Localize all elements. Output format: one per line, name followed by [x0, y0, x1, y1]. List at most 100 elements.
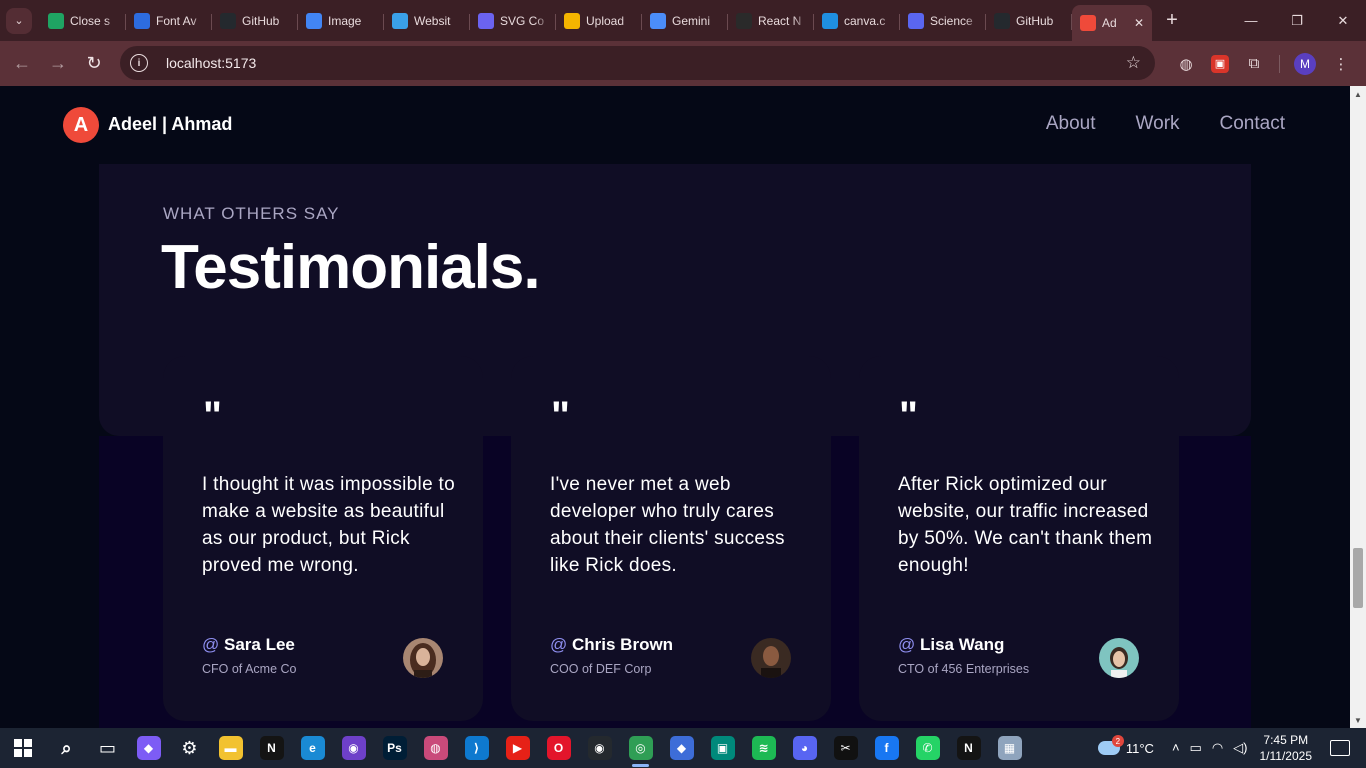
- close-tab-icon[interactable]: ✕: [1134, 16, 1144, 30]
- window-controls: — ❐ ✕: [1228, 0, 1366, 41]
- flag-icon: [134, 12, 150, 29]
- testimonial-author: @ Chris Brown: [550, 635, 673, 655]
- file-explorer-icon[interactable]: ▬: [210, 728, 251, 768]
- browser-tab[interactable]: Image: [298, 5, 384, 37]
- vscode-icon[interactable]: ⟩: [456, 728, 497, 768]
- taskbar-glyph: ◍: [423, 736, 448, 760]
- taskbar-glyph: ◎: [628, 736, 653, 760]
- github-icon[interactable]: ◉: [579, 728, 620, 768]
- browser-tab[interactable]: Upload: [556, 5, 642, 37]
- back-icon[interactable]: ←: [4, 46, 40, 82]
- bookmark-star-icon[interactable]: ☆: [1126, 53, 1141, 73]
- wifi-icon[interactable]: ◠: [1212, 740, 1223, 756]
- browser-tab[interactable]: Websit: [384, 5, 470, 37]
- taskbar-glyph: ⟩: [464, 736, 489, 760]
- restore-icon[interactable]: ❐: [1274, 0, 1320, 41]
- volume-icon[interactable]: ◁): [1233, 740, 1247, 756]
- github-icon: [220, 12, 236, 29]
- translate-globe-icon[interactable]: ◍: [1175, 53, 1197, 75]
- task-view-icon[interactable]: ▭: [87, 728, 128, 768]
- whatsapp-icon[interactable]: ✆: [907, 728, 948, 768]
- taskbar-glyph: ✆: [915, 736, 940, 760]
- settings-icon[interactable]: ⚙: [169, 728, 210, 768]
- brand-name[interactable]: Adeel | Ahmad: [108, 114, 232, 135]
- scroll-down-icon[interactable]: ▼: [1350, 712, 1366, 728]
- copilot-icon[interactable]: ◆: [128, 728, 169, 768]
- scroll-up-icon[interactable]: ▲: [1350, 86, 1366, 102]
- menu-kebab-icon[interactable]: ⋮: [1330, 53, 1352, 75]
- address-bar[interactable]: i localhost:5173 ☆: [120, 46, 1155, 80]
- nav-work-link[interactable]: Work: [1136, 113, 1180, 135]
- site-info-icon[interactable]: i: [130, 54, 148, 72]
- new-tab-button[interactable]: +: [1158, 7, 1186, 35]
- author-role: COO of DEF Corp: [550, 662, 652, 676]
- windows-start-icon[interactable]: [0, 728, 46, 768]
- browser-tab[interactable]: Science: [900, 5, 986, 37]
- browser-tab[interactable]: GitHub: [212, 5, 298, 37]
- extensions-puzzle-icon[interactable]: ⧉: [1243, 53, 1265, 75]
- notifications-icon[interactable]: [1330, 740, 1350, 756]
- chrome-icon[interactable]: ◎: [620, 728, 661, 768]
- browser-tab[interactable]: GitHub: [986, 5, 1072, 37]
- tab-title: Websit: [414, 13, 451, 28]
- netflix-icon-2[interactable]: N: [948, 728, 989, 768]
- taskbar-glyph: ⚙: [181, 737, 198, 758]
- battery-icon[interactable]: ▭: [1190, 740, 1202, 756]
- windows-taskbar: ⌕ ▭ ◆ ⚙ ▬ Ne ◉ Ps ◍ ⟩ ▶ O ◉ ◎ ◆ ▣ ≋ ◕ ✂ f ✆ N ▦ 2 11°C ˄ ▭ ◠ ◁…: [0, 728, 1366, 768]
- github-desktop-icon[interactable]: ◉: [333, 728, 374, 768]
- scrollbar-thumb[interactable]: [1353, 548, 1363, 608]
- browser-tab[interactable]: SVG Co: [470, 5, 556, 37]
- svg-icon: [478, 12, 494, 29]
- forward-icon[interactable]: →: [40, 46, 76, 82]
- facebook-icon[interactable]: f: [866, 728, 907, 768]
- page-scrollbar[interactable]: ▲ ▼: [1350, 86, 1366, 728]
- browser-tab[interactable]: React N: [728, 5, 814, 37]
- taskbar-glyph: ▭: [98, 737, 116, 758]
- app-icon-3[interactable]: ▦: [989, 728, 1030, 768]
- browser-tab[interactable]: Close s: [40, 5, 126, 37]
- browser-tab[interactable]: Font Av: [126, 5, 212, 37]
- minimize-icon[interactable]: —: [1228, 0, 1274, 41]
- extension-icon[interactable]: ▣: [1211, 54, 1229, 73]
- browser-tab[interactable]: canva.c: [814, 5, 900, 37]
- author-avatar: [751, 638, 791, 678]
- opera-icon[interactable]: O: [538, 728, 579, 768]
- weather-widget[interactable]: 2 11°C: [1097, 735, 1154, 756]
- tab-title: Gemini: [672, 13, 711, 28]
- edge-icon[interactable]: e: [292, 728, 333, 768]
- tab-title: Ad: [1102, 16, 1117, 30]
- search-icon[interactable]: ⌕: [46, 728, 87, 768]
- spotify-icon[interactable]: ≋: [743, 728, 784, 768]
- nav-contact-link[interactable]: Contact: [1220, 113, 1285, 135]
- taskbar-glyph: ◆: [136, 736, 161, 760]
- reload-icon[interactable]: ↻: [76, 46, 112, 82]
- capcut-icon[interactable]: ✂: [825, 728, 866, 768]
- taskbar-clock[interactable]: 7:45 PM 1/11/2025: [1260, 732, 1313, 764]
- app-icon-2[interactable]: ◆: [661, 728, 702, 768]
- photoshop-icon[interactable]: Ps: [374, 728, 415, 768]
- taskbar-glyph: ▬: [218, 736, 243, 760]
- weather-badge: 2: [1111, 735, 1124, 747]
- tray-chevron-icon[interactable]: ˄: [1172, 740, 1180, 756]
- site-logo[interactable]: A: [63, 107, 99, 143]
- youtube-icon[interactable]: ▶: [497, 728, 538, 768]
- taskbar-glyph: O: [546, 736, 571, 760]
- profile-avatar[interactable]: M: [1294, 52, 1316, 75]
- browser-tab[interactable]: Gemini: [642, 5, 728, 37]
- discord-icon[interactable]: ◕: [784, 728, 825, 768]
- meet-icon[interactable]: ▣: [702, 728, 743, 768]
- taskbar-glyph: e: [300, 736, 325, 760]
- url-text[interactable]: localhost:5173: [166, 55, 256, 71]
- taskbar-glyph: ◉: [341, 736, 366, 760]
- netflix-icon[interactable]: N: [251, 728, 292, 768]
- weather-temp: 11°C: [1125, 740, 1154, 756]
- gemini-icon: [650, 12, 666, 29]
- tab-title: Close s: [70, 13, 111, 28]
- nav-about-link[interactable]: About: [1046, 113, 1096, 135]
- taskbar-glyph: ▦: [997, 736, 1022, 760]
- tab-search-chevron-icon[interactable]: ⌄: [6, 7, 32, 34]
- app-icon[interactable]: ◍: [415, 728, 456, 768]
- close-window-icon[interactable]: ✕: [1320, 0, 1366, 41]
- tab-title: Font Av: [156, 13, 197, 28]
- browser-tab-active[interactable]: Ad ✕: [1072, 5, 1152, 41]
